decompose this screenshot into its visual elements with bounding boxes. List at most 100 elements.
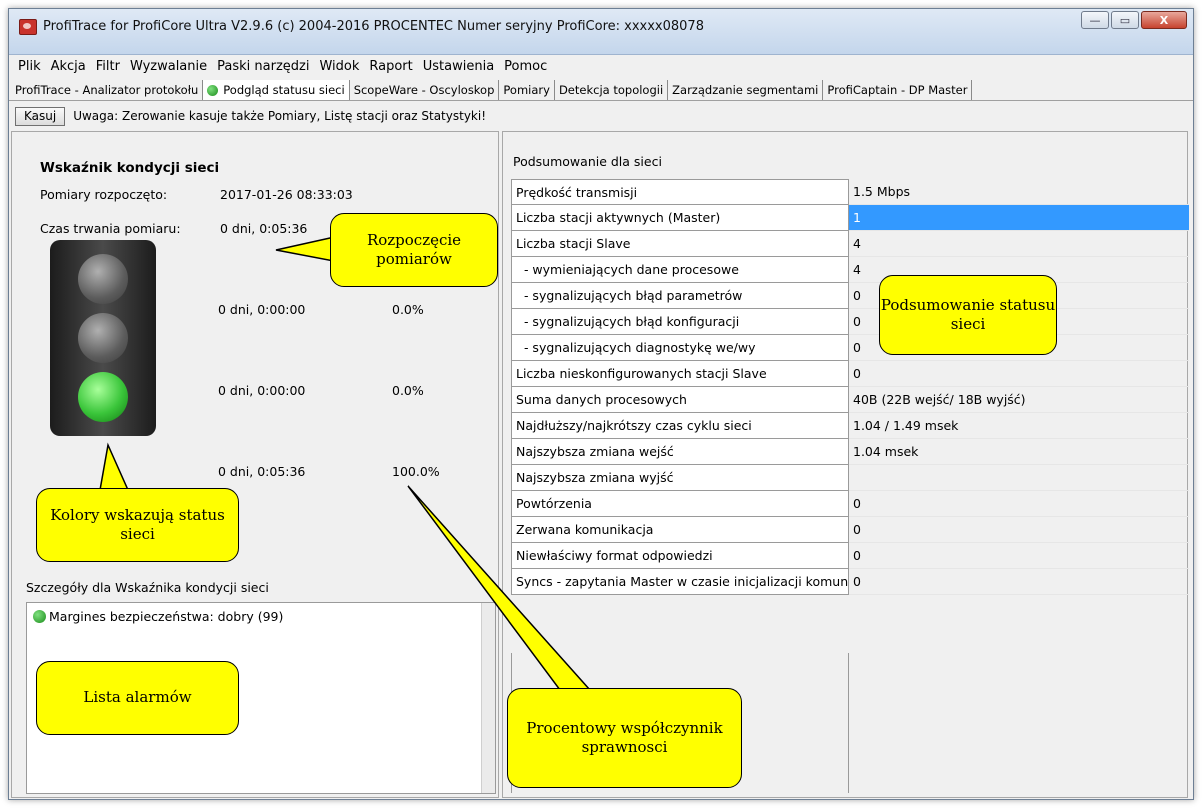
alarm-text: Margines bezpieczeństwa: dobry (99)	[49, 609, 284, 624]
table-row[interactable]: - wymieniających dane procesowe 4	[511, 257, 1189, 283]
close-button[interactable]: X	[1141, 11, 1187, 29]
tab-zarzadzanie-segmentami[interactable]: Zarządzanie segmentami	[668, 80, 824, 100]
reset-button[interactable]: Kasuj	[15, 106, 66, 126]
table-row[interactable]: Liczba nieskonfigurowanych stacji Slave 0	[511, 361, 1189, 387]
window-title: ProfiTrace for ProfiCore Ultra V2.9.6 (c…	[43, 19, 704, 34]
tab-bar: ProfiTrace - Analizator protokołu Podglą…	[9, 79, 1193, 101]
scrollbar[interactable]	[481, 603, 495, 793]
tab-podglad-statusu-sieci[interactable]: Podgląd statusu sieci	[203, 80, 350, 100]
row-value-selected: 1	[849, 205, 1189, 231]
tab-label: Detekcja topologii	[558, 83, 664, 97]
start-value: 2017-01-26 08:33:03	[220, 187, 353, 202]
row-label: - sygnalizujących diagnostykę we/wy	[511, 335, 849, 361]
row-value: 1.5 Mbps	[849, 179, 1189, 205]
menu-wyzwalanie[interactable]: Wyzwalanie	[125, 59, 212, 74]
maximize-button[interactable]: ▭	[1111, 11, 1139, 29]
row-value: 1.04 msek	[849, 439, 1189, 465]
app-logo-icon	[19, 19, 37, 35]
table-row[interactable]: - sygnalizujących diagnostykę we/wy 0	[511, 335, 1189, 361]
menu-paski-narzedzi[interactable]: Paski narzędzi	[212, 59, 314, 74]
row-value: 40B (22B wejść/ 18B wyjść)	[849, 387, 1189, 413]
row-label: - sygnalizujących błąd parametrów	[511, 283, 849, 309]
row-label: Suma danych procesowych	[511, 387, 849, 413]
table-row[interactable]: - sygnalizujących błąd parametrów 0	[511, 283, 1189, 309]
row-label: Najdłuższy/najkrótszy czas cyklu sieci	[511, 413, 849, 439]
toolbar: Kasuj Uwaga: Zerowanie kasuje także Pomi…	[9, 103, 1193, 129]
row-label: Najszybsza zmiana wyjść	[511, 465, 849, 491]
yellow-percent: 0.0%	[392, 383, 424, 398]
menu-ustawienia[interactable]: Ustawienia	[418, 59, 499, 74]
row-value: 0	[849, 517, 1189, 543]
title-bar: ProfiTrace for ProfiCore Ultra V2.9.6 (c…	[9, 9, 1193, 55]
green-time: 0 dni, 0:05:36	[218, 464, 306, 479]
tab-analizator-protokolu[interactable]: ProfiTrace - Analizator protokołu	[11, 80, 204, 100]
tab-label: Pomiary	[503, 83, 550, 97]
summary-title: Podsumowanie dla sieci	[513, 154, 662, 169]
summary-grid: Prędkość transmisji 1.5 Mbps Liczba stacj…	[511, 179, 1189, 595]
row-value	[849, 465, 1189, 491]
tab-label: ProfiTrace - Analizator protokołu	[15, 83, 199, 97]
menu-akcja[interactable]: Akcja	[46, 59, 91, 74]
table-row[interactable]: - sygnalizujących błąd konfiguracji 0	[511, 309, 1189, 335]
menu-pomoc[interactable]: Pomoc	[499, 59, 552, 74]
health-title: Wskaźnik kondycji sieci	[40, 160, 220, 176]
callout-alarms: Lista alarmów	[36, 661, 239, 735]
status-dot-icon	[33, 610, 46, 623]
red-percent: 0.0%	[392, 302, 424, 317]
green-lamp	[78, 372, 128, 422]
menu-bar: Plik Akcja Filtr Wyzwalanie Paski narzęd…	[9, 55, 1193, 77]
duration-value: 0 dni, 0:05:36	[220, 221, 308, 236]
tab-scopeware-oscyloskop[interactable]: ScopeWare - Oscyloskop	[350, 80, 500, 100]
status-dot-icon	[207, 84, 219, 96]
menu-raport[interactable]: Raport	[364, 59, 417, 74]
table-row[interactable]: Najdłuższy/najkrótszy czas cyklu sieci 1.…	[511, 413, 1189, 439]
row-label: - wymieniających dane procesowe	[511, 257, 849, 283]
row-value: 0	[849, 543, 1189, 569]
row-label: - sygnalizujących błąd konfiguracji	[511, 309, 849, 335]
tab-label: ScopeWare - Oscyloskop	[353, 83, 495, 97]
start-label: Pomiary rozpoczęto:	[40, 187, 168, 202]
alarm-item[interactable]: Margines bezpieczeństwa: dobry (99)	[33, 609, 283, 624]
table-row[interactable]: Powtórzenia 0	[511, 491, 1189, 517]
table-row[interactable]: Liczba stacji aktywnych (Master) 1	[511, 205, 1189, 231]
callout-efficiency: Procentowy współczynnik sprawnosci	[507, 688, 742, 788]
table-row[interactable]: Najszybsza zmiana wyjść	[511, 465, 1189, 491]
row-label: Liczba stacji aktywnych (Master)	[511, 205, 849, 231]
green-percent: 100.0%	[392, 464, 440, 479]
tab-label: ProfiCaptain - DP Master	[827, 83, 968, 97]
callout-colors: Kolory wskazują status sieci	[36, 488, 239, 562]
menu-filtr[interactable]: Filtr	[91, 59, 125, 74]
callout-start: Rozpoczęcie pomiarów	[330, 213, 498, 287]
row-label: Zerwana komunikacja	[511, 517, 849, 543]
table-row[interactable]: Suma danych procesowych 40B (22B wejść/ 1…	[511, 387, 1189, 413]
row-value: 1.04 / 1.49 msek	[849, 413, 1189, 439]
row-label: Najszybsza zmiana wejść	[511, 439, 849, 465]
row-value: 0	[849, 491, 1189, 517]
row-value: 4	[849, 231, 1189, 257]
row-label: Prędkość transmisji	[511, 179, 849, 205]
table-row[interactable]: Najszybsza zmiana wejść 1.04 msek	[511, 439, 1189, 465]
tab-pomiary[interactable]: Pomiary	[499, 80, 555, 100]
tab-label: Podgląd statusu sieci	[223, 83, 345, 97]
table-row[interactable]: Niewłaściwy format odpowiedzi 0	[511, 543, 1189, 569]
red-lamp	[78, 254, 128, 304]
table-row[interactable]: Prędkość transmisji 1.5 Mbps	[511, 179, 1189, 205]
row-label: Powtórzenia	[511, 491, 849, 517]
details-title: Szczegóły dla Wskaźnika kondycji sieci	[26, 580, 269, 595]
yellow-lamp	[78, 313, 128, 363]
duration-label: Czas trwania pomiaru:	[40, 221, 181, 236]
row-label: Niewłaściwy format odpowiedzi	[511, 543, 849, 569]
tab-detekcja-topologii[interactable]: Detekcja topologii	[555, 80, 669, 100]
menu-widok[interactable]: Widok	[314, 59, 364, 74]
menu-plik[interactable]: Plik	[13, 59, 46, 74]
row-value: 0	[849, 569, 1189, 595]
tab-label: Zarządzanie segmentami	[672, 83, 819, 97]
table-row[interactable]: Syncs - zapytania Master w czasie inicja…	[511, 569, 1189, 595]
minimize-button[interactable]: —	[1081, 11, 1109, 29]
tab-proficaptain-dp-master[interactable]: ProfiCaptain - DP Master	[823, 80, 973, 100]
traffic-light	[50, 240, 156, 436]
red-time: 0 dni, 0:00:00	[218, 302, 306, 317]
table-row[interactable]: Liczba stacji Slave 4	[511, 231, 1189, 257]
table-row[interactable]: Zerwana komunikacja 0	[511, 517, 1189, 543]
yellow-time: 0 dni, 0:00:00	[218, 383, 306, 398]
